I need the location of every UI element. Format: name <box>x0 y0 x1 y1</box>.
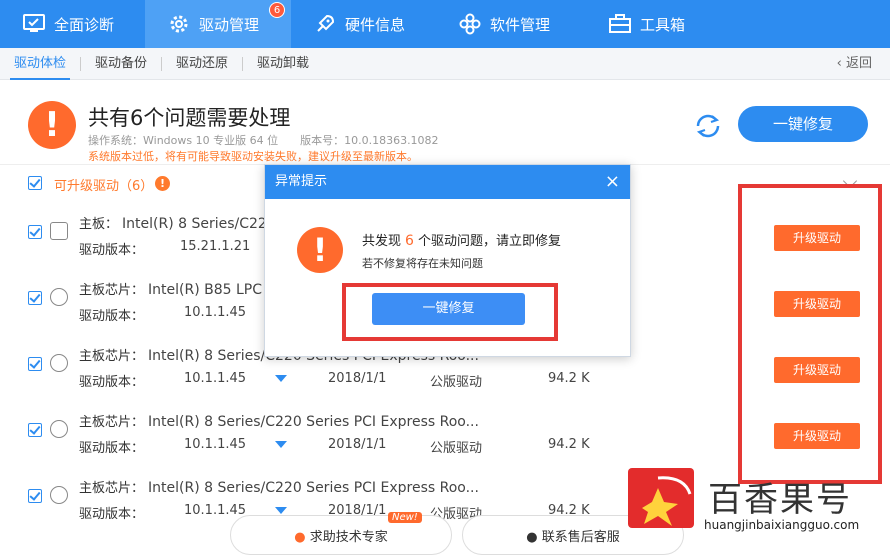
chip-icon <box>50 486 68 504</box>
chevron-left-icon: ‹ <box>836 56 846 71</box>
nav-driver-management[interactable]: 驱动管理 6 <box>145 0 291 48</box>
driver-version-label: 驱动版本： <box>79 243 145 258</box>
driver-version: 10.1.1.45 <box>184 305 247 320</box>
driver-version: 10.1.1.45 <box>184 371 247 386</box>
os-warning: 系统版本过低，将有可能导致驱动安装失败，建议升级至最新版本。 <box>88 150 418 163</box>
row-checkbox[interactable] <box>28 489 42 503</box>
tab-driver-backup[interactable]: 驱动备份 <box>81 48 161 80</box>
driver-version-label: 驱动版本： <box>79 441 145 456</box>
version-dropdown-icon[interactable] <box>275 507 287 514</box>
back-label: 返回 <box>845 56 872 71</box>
user-icon: ● <box>294 530 310 545</box>
driver-type: 公版驱动 <box>430 441 483 456</box>
dialog-title: 异常提示 <box>275 174 328 189</box>
driver-version: 10.1.1.45 <box>184 437 247 452</box>
fix-all-button[interactable]: 一键修复 <box>738 106 868 142</box>
watermark-url: huangjinbaixiangguo.com <box>704 518 860 532</box>
driver-size: 94.2 K <box>548 371 590 386</box>
nav-label: 硬件信息 <box>345 15 406 34</box>
nav-label: 驱动管理 <box>199 15 260 34</box>
nav-label: 全面诊断 <box>54 15 115 34</box>
flower-icon <box>458 12 482 36</box>
watermark: 百香果号 huangjinbaixiangguo.com <box>628 468 890 540</box>
watermark-text: 百香果号 <box>708 480 852 520</box>
highlight-box <box>342 283 558 341</box>
driver-version: 10.1.1.45 <box>184 503 247 518</box>
dialog-message: 共发现 6 个驱动问题，请立即修复 <box>362 233 561 249</box>
nav-label: 软件管理 <box>490 15 551 34</box>
nav-hardware-info[interactable]: 硬件信息 <box>291 0 436 48</box>
dialog-header: 异常提示 × <box>265 165 630 199</box>
nav-label: 工具箱 <box>640 15 686 34</box>
driver-name: 主板芯片： Intel(R) B85 LPC <box>79 282 262 298</box>
notification-badge: 6 <box>269 2 285 18</box>
driver-name: 主板芯片：Intel(R) 8 Series/C220 Series PCI E… <box>79 480 479 496</box>
motherboard-icon <box>50 222 68 240</box>
driver-version-label: 驱动版本： <box>79 507 145 522</box>
monitor-check-icon <box>22 12 46 36</box>
row-checkbox[interactable] <box>28 423 42 437</box>
info-icon[interactable]: ! <box>155 176 170 191</box>
driver-date: 2018/1/1 <box>328 371 387 386</box>
tab-driver-uninstall[interactable]: 驱动卸载 <box>243 48 323 80</box>
driver-name: 主板芯片：Intel(R) 8 Series/C220 Series PCI E… <box>79 414 479 430</box>
version-dropdown-icon[interactable] <box>275 375 287 382</box>
driver-name: 主板： Intel(R) 8 Series/C220 <box>79 216 276 232</box>
highlight-box <box>738 184 882 484</box>
warning-icon: ! <box>297 227 343 273</box>
logo-icon <box>628 468 694 528</box>
summary-title: 共有6个问题需要处理 <box>88 106 291 130</box>
row-checkbox[interactable] <box>28 291 42 305</box>
gear-icon <box>167 12 191 36</box>
sub-navigation: 驱动体检 驱动备份 驱动还原 驱动卸载 ‹ 返回 <box>0 48 890 80</box>
driver-version-label: 驱动版本： <box>79 309 145 324</box>
version-dropdown-icon[interactable] <box>275 441 287 448</box>
chip-icon <box>50 354 68 372</box>
driver-date: 2018/1/1 <box>328 437 387 452</box>
close-icon[interactable]: × <box>605 165 620 199</box>
rocket-icon <box>313 12 337 36</box>
select-all-checkbox[interactable] <box>28 176 42 190</box>
top-navigation: 全面诊断 驱动管理 6 硬件信息 软件管理 工具箱 <box>0 0 890 48</box>
warning-icon: ! <box>28 101 76 149</box>
driver-version: 15.21.1.21 <box>180 239 251 254</box>
driver-version-label: 驱动版本： <box>79 375 145 390</box>
scan-summary: ! 共有6个问题需要处理 操作系统：Windows 10 专业版 64 位 版本… <box>0 96 890 164</box>
refresh-icon[interactable] <box>692 110 724 142</box>
tab-driver-checkup[interactable]: 驱动体检 <box>0 48 80 80</box>
driver-size: 94.2 K <box>548 437 590 452</box>
tab-driver-restore[interactable]: 驱动还原 <box>162 48 242 80</box>
driver-type: 公版驱动 <box>430 375 483 390</box>
new-badge: New! <box>388 512 422 523</box>
chip-icon <box>50 288 68 306</box>
section-label: 可升级驱动（6） <box>54 179 154 194</box>
nav-full-diagnosis[interactable]: 全面诊断 <box>0 0 145 48</box>
headset-icon: ● <box>526 530 542 545</box>
nav-software-management[interactable]: 软件管理 <box>436 0 586 48</box>
nav-toolbox[interactable]: 工具箱 <box>586 0 726 48</box>
row-checkbox[interactable] <box>28 225 42 239</box>
chip-icon <box>50 420 68 438</box>
os-info: 操作系统：Windows 10 专业版 64 位 版本号：10.0.18363.… <box>88 134 439 147</box>
dialog-submessage: 若不修复将存在未知问题 <box>362 257 483 270</box>
back-button[interactable]: ‹ 返回 <box>837 48 872 80</box>
row-checkbox[interactable] <box>28 357 42 371</box>
toolbox-icon <box>608 12 632 36</box>
